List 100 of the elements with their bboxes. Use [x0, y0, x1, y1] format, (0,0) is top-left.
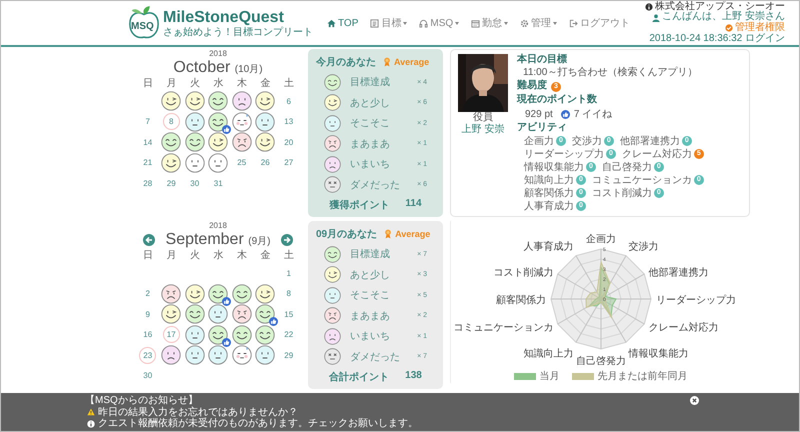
neutral-face-icon[interactable]: [184, 152, 205, 173]
day-number[interactable]: 27: [280, 154, 298, 172]
weekday-label: 火: [190, 78, 200, 90]
sad-face-icon[interactable]: [161, 345, 182, 366]
nav-link[interactable]: 管理: [520, 16, 558, 30]
next-month-button[interactable]: [280, 234, 293, 246]
winking-face-icon[interactable]: [184, 91, 205, 112]
winking-face-icon[interactable]: [255, 132, 276, 152]
login-time: 2018-10-24 18:36:32 ログイン: [649, 34, 785, 44]
day-number[interactable]: 7: [139, 113, 156, 130]
smiling-face-icon[interactable]: [232, 284, 252, 304]
ability-name: 情報収集能力: [524, 160, 584, 174]
frowning-face-icon[interactable]: [232, 304, 252, 324]
day-number[interactable]: 8: [162, 113, 180, 130]
frowning-face-icon: [324, 307, 341, 324]
day-number[interactable]: 23: [139, 346, 156, 364]
frowning-face-icon[interactable]: [161, 284, 182, 304]
previous-month-button[interactable]: [143, 234, 155, 246]
neutral-face-icon[interactable]: [255, 112, 276, 132]
day-number[interactable]: 13: [280, 113, 298, 130]
ability-name: コスト削減力: [592, 186, 652, 200]
neutral-face-icon[interactable]: [184, 324, 205, 345]
day-number[interactable]: 29: [280, 346, 298, 364]
neutral-face-icon[interactable]: [255, 345, 276, 366]
winking-face-icon: [324, 266, 341, 284]
day-number[interactable]: 28: [139, 174, 156, 192]
nav-link[interactable]: MSQ: [419, 16, 460, 30]
greeting: こんばんは、上野 安崇さん: [662, 12, 785, 22]
mood-label: そこそこ: [350, 117, 391, 130]
weekday-label: 土: [284, 78, 294, 90]
neutral-face-icon: [324, 286, 341, 304]
frowning-face-icon[interactable]: [232, 132, 252, 152]
blushing-face-icon[interactable]: [232, 345, 252, 366]
smiling-face-icon[interactable]: [208, 91, 228, 112]
winking-face-icon[interactable]: [184, 284, 205, 304]
neutral-face-icon[interactable]: [208, 152, 228, 173]
neutral-face-icon[interactable]: [208, 345, 228, 366]
day-number[interactable]: 15: [280, 306, 298, 323]
smiling-face-icon[interactable]: [161, 132, 182, 152]
info-icon: [645, 3, 653, 12]
thumbs-up-icon: [222, 296, 232, 306]
axis-label: 企画力: [586, 234, 616, 245]
goal-heading: 本日の目標: [517, 54, 568, 66]
info-icon: [87, 420, 95, 428]
day-number[interactable]: 14: [139, 134, 156, 151]
close-button[interactable]: [690, 396, 699, 405]
day-number[interactable]: 30: [186, 174, 204, 192]
user-icon: [652, 14, 660, 22]
blushing-face-icon[interactable]: [232, 112, 252, 132]
smiling-face-icon[interactable]: [255, 324, 276, 345]
day-number[interactable]: 25: [233, 154, 250, 172]
day-number[interactable]: 22: [280, 326, 298, 344]
mood-label: そこそこ: [350, 289, 391, 302]
rating-label: Average: [395, 229, 430, 239]
day-number[interactable]: 9: [139, 306, 156, 323]
day-number[interactable]: 30: [139, 367, 156, 384]
neutral-face-icon[interactable]: [184, 345, 205, 366]
sad-face-icon[interactable]: [232, 91, 252, 112]
smiling-face-icon[interactable]: [184, 304, 205, 324]
ability-name: リーダーシップ力: [524, 148, 604, 160]
day-number[interactable]: 8: [280, 285, 298, 302]
day-number[interactable]: 16: [139, 326, 156, 344]
winking-face-icon[interactable]: [161, 152, 182, 173]
day-number[interactable]: 31: [210, 174, 227, 192]
nav-link[interactable]: 目標: [370, 16, 408, 30]
weekday-label: 月: [166, 250, 176, 262]
thumbs-up-icon: [222, 338, 232, 347]
mood-label: ダメだった: [350, 350, 401, 364]
day-number[interactable]: 17: [162, 326, 180, 344]
day-number[interactable]: 26: [256, 154, 274, 172]
smiling-face-icon[interactable]: [184, 132, 205, 152]
day-number[interactable]: 20: [280, 134, 298, 151]
day-number[interactable]: 1: [280, 264, 298, 282]
mood-label: あと少し: [350, 96, 391, 110]
caret-icon: [455, 22, 460, 24]
weekday-label: 水: [213, 250, 224, 262]
apple-icon: [128, 6, 160, 40]
winking-face-icon[interactable]: [255, 91, 276, 112]
thumbs-up-icon: [560, 110, 570, 118]
nav-link[interactable]: 勤怠: [471, 16, 508, 30]
nav-link[interactable]: ログアウト: [569, 16, 630, 30]
mood-label: まあまあ: [350, 138, 391, 151]
winking-face-icon[interactable]: [161, 91, 182, 112]
day-number[interactable]: 29: [162, 174, 180, 192]
axis-label: コスト削減力: [492, 268, 553, 278]
neutral-face-icon[interactable]: [184, 112, 205, 132]
winking-face-icon[interactable]: [208, 132, 228, 152]
neutral-face-icon[interactable]: [208, 304, 228, 324]
caret-icon: [403, 22, 408, 24]
day-number[interactable]: 21: [139, 154, 156, 172]
winking-face-icon[interactable]: [161, 304, 182, 324]
caret-icon: [553, 22, 558, 24]
axis-label: 顧客関係力: [496, 295, 546, 306]
rating-label: Average: [394, 57, 430, 67]
day-number[interactable]: 6: [280, 92, 298, 110]
smiling-face-icon[interactable]: [232, 324, 252, 345]
nav-link[interactable]: TOP: [327, 16, 358, 30]
day-number[interactable]: 2: [139, 285, 156, 302]
winking-face-icon[interactable]: [255, 284, 276, 304]
smiling-face-icon: [324, 74, 341, 91]
